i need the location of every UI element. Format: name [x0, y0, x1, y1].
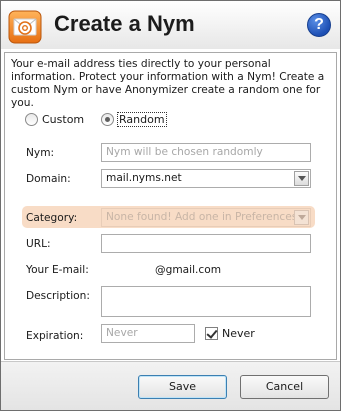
category-dropdown-button[interactable]	[294, 210, 309, 225]
create-nym-dialog: Create a Nym ? Your e-mail address ties …	[0, 0, 341, 411]
category-select[interactable]: None found! Add one in Preferences.	[101, 208, 311, 227]
category-label: Category:	[26, 212, 78, 224]
chevron-down-icon	[297, 176, 306, 181]
save-button[interactable]: Save	[138, 375, 227, 399]
form-panel: Your e-mail address ties directly to you…	[4, 52, 337, 360]
nym-input[interactable]: Nym will be chosen randomly	[101, 143, 311, 162]
never-checkbox-label[interactable]: Never	[222, 327, 255, 340]
description-label: Description:	[26, 290, 90, 302]
email-label: Your E-mail:	[26, 264, 89, 276]
radio-custom-circle[interactable]	[25, 113, 38, 126]
help-button[interactable]: ?	[307, 13, 331, 37]
expiration-label: Expiration:	[26, 330, 84, 342]
dialog-title: Create a Nym	[54, 11, 195, 36]
category-value: None found! Add one in Preferences.	[106, 211, 301, 223]
help-icon: ?	[314, 16, 324, 33]
expiration-input[interactable]: Never	[101, 324, 195, 343]
domain-value: mail.nyms.net	[106, 172, 182, 184]
dialog-header: Create a Nym ?	[1, 1, 340, 49]
email-value: @gmail.com	[155, 264, 222, 276]
nym-label: Nym:	[26, 147, 55, 159]
radio-custom-label[interactable]: Custom	[42, 113, 84, 126]
domain-label: Domain:	[26, 173, 71, 185]
dialog-footer: Save Cancel	[1, 361, 340, 410]
description-textarea[interactable]	[101, 286, 311, 317]
radio-random-label[interactable]: Random	[117, 112, 167, 127]
radio-random[interactable]: Random	[101, 112, 167, 127]
url-input[interactable]	[101, 234, 311, 253]
email-at-icon	[8, 10, 42, 44]
radio-random-circle[interactable]	[101, 113, 114, 126]
url-label: URL:	[26, 238, 51, 250]
intro-text: Your e-mail address ties directly to you…	[11, 58, 325, 109]
domain-dropdown-button[interactable]	[294, 171, 309, 186]
never-checkbox[interactable]: Never	[205, 327, 255, 340]
chevron-down-icon	[297, 215, 306, 220]
domain-select[interactable]: mail.nyms.net	[101, 169, 311, 188]
never-checkbox-box[interactable]	[205, 327, 218, 340]
cancel-button[interactable]: Cancel	[240, 375, 329, 399]
radio-custom[interactable]: Custom	[25, 113, 84, 126]
